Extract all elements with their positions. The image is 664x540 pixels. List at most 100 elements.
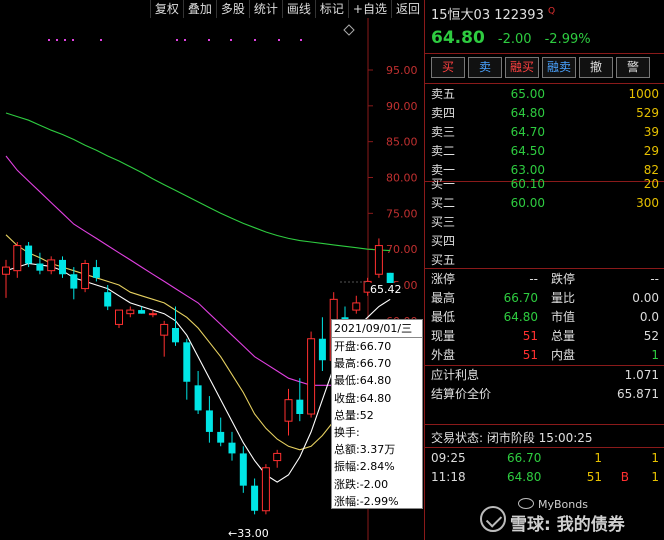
book-price: 64.80: [510, 106, 545, 120]
signal-marker: [208, 39, 210, 41]
tick-n: 1: [651, 451, 659, 465]
tooltip-row: 收盘:64.80: [334, 391, 392, 405]
divider: [425, 268, 664, 269]
quote-line: 64.80 -2.00 -2.99%: [431, 28, 591, 48]
tick-bs: B: [620, 470, 629, 484]
quote-panel: 15恒大03 122393 Q 64.80 -2.00 -2.99% 买卖融买融…: [424, 0, 664, 540]
tooltip-row: 振幅:2.84%: [334, 460, 395, 474]
tick-vol: 51: [586, 470, 602, 484]
candle-body-down: [228, 442, 236, 454]
book-label: 买一: [431, 177, 456, 191]
candle-tooltip: 2021/09/01/三 开盘:66.70 最高:66.70 最低:64.80 收盘:…: [331, 319, 423, 509]
stats-value: --: [529, 272, 538, 286]
tooltip-row: 最低:64.80: [334, 374, 392, 388]
candle-body-up: [261, 467, 270, 512]
bid-row[interactable]: 买一 60.10 20: [425, 175, 664, 194]
tooltip-row: 换手:: [334, 425, 360, 439]
tooltip-row: 涨跌:-2.00: [334, 477, 389, 491]
chart-toolbar: 复权 叠加 多股 统计 画线 标记 +自选 返回: [0, 0, 424, 18]
bond-row: 应计利息 1.071: [425, 366, 664, 385]
candle-body-up: [81, 263, 90, 290]
candle-body-up: [13, 245, 22, 272]
stats-row: 最低 64.80 市值 0.0: [425, 308, 664, 327]
bond-label: 结算价全价: [431, 387, 492, 401]
trade-action-button[interactable]: 融卖: [542, 57, 576, 78]
signal-marker: [230, 39, 232, 41]
trade-action-button[interactable]: 融买: [505, 57, 539, 78]
y-axis-label: 75.00: [386, 207, 418, 220]
stats-label: 内盘: [551, 348, 576, 362]
book-label: 卖五: [431, 87, 456, 101]
toolbar-button[interactable]: 多股: [215, 0, 249, 18]
signal-marker: [72, 39, 74, 41]
book-price: 64.70: [510, 125, 545, 139]
ask-row[interactable]: 卖四 64.80 529: [425, 104, 664, 123]
stats-table: 涨停 -- 跌停 -- 最高 66.70 量比 0.00 最低 64.80 市值 0.0 现量 51 总量 5…: [425, 270, 664, 365]
toolbar-button[interactable]: +自选: [347, 0, 391, 18]
candle-body-up: [160, 323, 169, 336]
toolbar-button[interactable]: 标记: [314, 0, 348, 18]
trade-action-button[interactable]: 卖: [468, 57, 502, 78]
trade-action-button[interactable]: 警: [616, 57, 650, 78]
book-vol: 39: [643, 125, 659, 139]
tick-time: 09:25: [431, 451, 466, 465]
divider: [425, 424, 664, 425]
candle-body-up: [115, 309, 123, 325]
stats-label: 涨停: [431, 272, 456, 286]
stats-value: 64.80: [503, 310, 538, 324]
candle-body-down: [59, 259, 66, 275]
stats-label: 市值: [551, 310, 576, 324]
candle-body-down: [194, 385, 202, 411]
divider: [425, 53, 664, 54]
stats-value: 1: [651, 348, 659, 362]
book-label: 卖二: [431, 144, 456, 158]
tick-row: 09:25 66.70 1 1: [425, 449, 664, 468]
ma60-line: [5, 112, 391, 252]
toolbar-button[interactable]: 画线: [281, 0, 315, 18]
bid-row[interactable]: 买三: [425, 213, 664, 232]
kline-chart[interactable]: 95.0090.0085.0080.0075.0070.0065.0060.00…: [0, 18, 424, 540]
candle-body-down: [239, 453, 247, 486]
tooltip-row: 总额:3.37万: [334, 443, 396, 457]
candle-body-down: [318, 338, 326, 361]
candle-body-down: [138, 310, 146, 314]
tick-n: 1: [651, 470, 659, 484]
bond-value: 65.871: [617, 387, 659, 401]
signal-marker: [56, 39, 58, 41]
tick-list: 09:25 66.70 1 1 11:18 64.80 51 B 1: [425, 449, 664, 487]
toolbar-button[interactable]: 返回: [390, 0, 424, 18]
stats-label: 总量: [551, 329, 576, 343]
toolbar-button[interactable]: 叠加: [182, 0, 216, 18]
stats-row: 外盘 51 内盘 1: [425, 346, 664, 365]
bid-row[interactable]: 买二 60.00 300: [425, 194, 664, 213]
y-axis-label: 70.00: [386, 243, 418, 256]
book-price: 60.00: [510, 196, 545, 210]
book-vol: 20: [643, 177, 659, 191]
bid-row[interactable]: 买四: [425, 232, 664, 251]
tick-price: 64.80: [507, 470, 542, 484]
tick-price: 66.70: [507, 451, 542, 465]
stats-row: 现量 51 总量 52: [425, 327, 664, 346]
candle-body-down: [92, 267, 100, 278]
bond-label: 应计利息: [431, 368, 480, 382]
low-price-marker: ←33.00: [228, 527, 269, 540]
bond-value: 1.071: [624, 368, 659, 382]
toolbar-button[interactable]: 复权: [149, 0, 183, 18]
signal-marker: [64, 39, 66, 41]
candle-body-down: [172, 328, 179, 343]
ask-row[interactable]: 卖三 64.70 39: [425, 123, 664, 142]
trade-action-button[interactable]: 撤: [579, 57, 613, 78]
watermark: MyBonds 雪球: 我的债券: [480, 498, 664, 538]
candle-body-down: [25, 245, 33, 264]
tick-vol: 1: [594, 451, 602, 465]
candle-body-up: [47, 259, 56, 272]
book-label: 卖四: [431, 106, 456, 120]
candle-body-up: [2, 266, 10, 275]
trade-action-button[interactable]: 买: [431, 57, 465, 78]
y-axis-label: 85.00: [386, 136, 418, 149]
toolbar-button[interactable]: 统计: [248, 0, 282, 18]
stats-row: 涨停 -- 跌停 --: [425, 270, 664, 289]
ask-row[interactable]: 卖二 64.50 29: [425, 142, 664, 161]
book-label: 卖三: [431, 125, 456, 139]
ask-row[interactable]: 卖五 65.00 1000: [425, 85, 664, 104]
